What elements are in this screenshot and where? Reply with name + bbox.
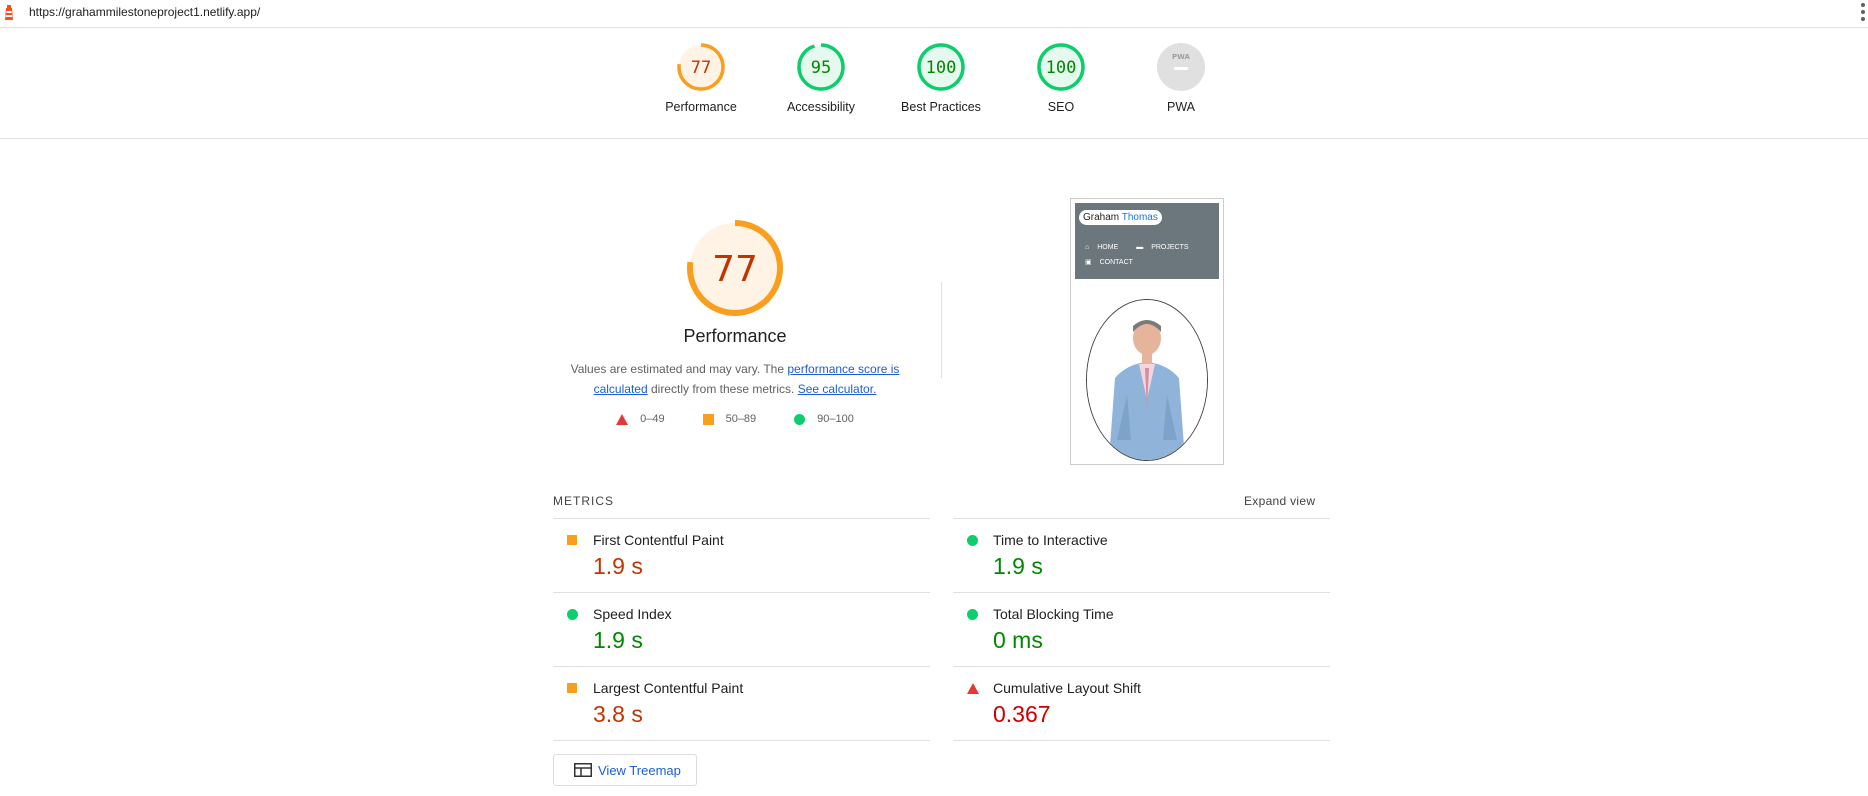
metrics-left-column: First Contentful Paint 1.9 s Speed Index… — [553, 518, 930, 741]
desc-text: Values are estimated and may vary. The — [570, 362, 788, 376]
metrics-heading: METRICS — [553, 494, 614, 508]
gauge-score: 100 — [1046, 58, 1077, 78]
metric-label: First Contentful Paint — [593, 532, 724, 548]
gauge-label: SEO — [1047, 100, 1075, 114]
performance-title: Performance — [683, 326, 787, 346]
metrics-right-column: Time to Interactive 1.9 s Total Blocking… — [953, 518, 1330, 741]
metric-label: Cumulative Layout Shift — [993, 680, 1141, 696]
thumbnail-brand: Graham Thomas — [1079, 210, 1162, 225]
pass-circle-icon — [794, 413, 806, 425]
person-photo-image — [1087, 300, 1207, 460]
average-square-icon — [567, 535, 577, 545]
legend-fail: 0–49 — [640, 413, 665, 425]
gauge-score: 100 — [926, 58, 957, 78]
see-calculator-link[interactable]: See calculator. — [798, 382, 877, 396]
gauge-seo[interactable]: 100 SEO — [1001, 42, 1121, 114]
metric-value: 1.9 s — [593, 553, 643, 579]
pass-circle-icon — [567, 609, 578, 620]
gauge-performance[interactable]: 77 Performance — [641, 42, 761, 114]
brand-first: Graham — [1083, 212, 1120, 223]
performance-score: 77 — [712, 249, 758, 290]
metric-value: 0 ms — [993, 627, 1043, 653]
metric-first-contentful-paint: First Contentful Paint 1.9 s — [553, 518, 930, 592]
average-square-icon — [567, 683, 577, 693]
url-bar: https://grahammilestoneproject1.netlify.… — [0, 0, 1868, 28]
page-url[interactable]: https://grahammilestoneproject1.netlify.… — [29, 5, 260, 19]
legend-pass: 90–100 — [817, 413, 854, 425]
fail-triangle-icon — [616, 413, 629, 425]
performance-large-gauge: 77 — [687, 220, 783, 316]
legend-average: 50–89 — [725, 413, 757, 425]
gauge-label: Best Practices — [901, 100, 981, 114]
gauge-best-practices[interactable]: 100 Best Practices — [881, 42, 1001, 114]
view-treemap-label[interactable]: View Treemap — [598, 763, 681, 778]
brand-last: Thomas — [1121, 212, 1158, 223]
thumbnail-nav: ⌂ HOME ▬ PROJECTS ▣ CONTACT — [1085, 240, 1215, 270]
metric-label: Time to Interactive — [993, 532, 1108, 548]
pass-circle-icon — [967, 609, 978, 620]
gauge-score: 95 — [811, 58, 831, 78]
treemap-icon — [574, 763, 592, 777]
gauge-label: Performance — [665, 100, 737, 114]
gauge-label: PWA — [1166, 100, 1195, 114]
nav-contact: CONTACT — [1099, 259, 1133, 266]
metric-time-to-interactive: Time to Interactive 1.9 s — [953, 518, 1330, 592]
average-square-icon — [702, 413, 714, 425]
pwa-gauge-icon: PWA — [1157, 43, 1205, 91]
best-practices-gauge-icon: 100 — [917, 43, 965, 91]
home-icon: ⌂ — [1085, 244, 1090, 251]
metric-value: 1.9 s — [993, 553, 1043, 579]
metric-cumulative-layout-shift: Cumulative Layout Shift 0.367 — [953, 666, 1330, 741]
metric-label: Largest Contentful Paint — [593, 680, 744, 696]
metric-speed-index: Speed Index 1.9 s — [553, 592, 930, 666]
gauge-score: 77 — [691, 58, 711, 78]
expand-view-button[interactable]: Expand view — [1244, 494, 1315, 508]
seo-gauge-icon: 100 — [1037, 43, 1085, 91]
score-legend: 0–49 50–89 90–100 — [540, 413, 930, 425]
thumbnail-header: Graham Thomas ⌂ HOME ▬ PROJECTS ▣ CONTACT — [1075, 203, 1219, 279]
divider — [941, 282, 942, 378]
nav-projects: PROJECTS — [1151, 244, 1189, 251]
folder-icon: ▬ — [1136, 244, 1144, 251]
gauge-accessibility[interactable]: 95 Accessibility — [761, 42, 881, 114]
page-screenshot-thumbnail[interactable]: Graham Thomas ⌂ HOME ▬ PROJECTS ▣ CONTACT — [1070, 198, 1224, 465]
metric-value: 1.9 s — [593, 627, 643, 653]
performance-gauge-icon: 77 — [677, 43, 725, 91]
metric-value: 0.367 — [993, 701, 1051, 727]
profile-photo — [1086, 299, 1208, 461]
accessibility-gauge-icon: 95 — [797, 43, 845, 91]
gauge-pwa[interactable]: PWA PWA — [1121, 42, 1241, 114]
view-treemap-button[interactable]: View Treemap — [553, 754, 697, 786]
metric-label: Total Blocking Time — [993, 606, 1114, 622]
metric-total-blocking-time: Total Blocking Time 0 ms — [953, 592, 1330, 666]
nav-home: HOME — [1097, 244, 1119, 251]
fail-triangle-icon — [967, 683, 979, 694]
lighthouse-logo-icon — [5, 5, 13, 20]
metric-label: Speed Index — [593, 606, 672, 622]
more-menu-icon[interactable] — [1860, 2, 1866, 22]
metric-largest-contentful-paint: Largest Contentful Paint 3.8 s — [553, 666, 930, 741]
gauge-label: Accessibility — [786, 100, 856, 114]
desc-text: directly from these metrics. — [647, 382, 798, 396]
contact-icon: ▣ — [1085, 259, 1092, 266]
score-summary: 77 Performance 95 Accessibility 100 Best… — [0, 28, 1868, 139]
pwa-icon-text: PWA — [1172, 53, 1191, 61]
metric-value: 3.8 s — [593, 701, 643, 727]
pass-circle-icon — [967, 535, 978, 546]
performance-section: 77 Performance Values are estimated and … — [540, 218, 930, 425]
performance-description: Values are estimated and may vary. The p… — [565, 359, 905, 399]
